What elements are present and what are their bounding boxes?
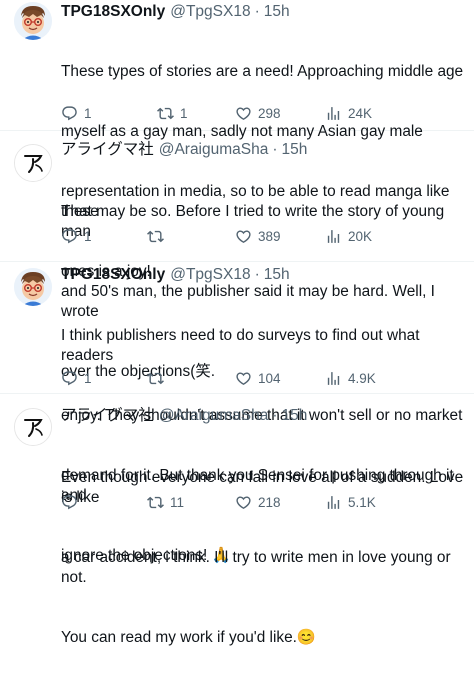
repost-icon (147, 228, 164, 245)
views-button[interactable]: 5.1K (325, 491, 376, 513)
user-handle[interactable]: @AraigumaSha (159, 405, 269, 427)
repost-button[interactable] (147, 367, 170, 389)
reply-button[interactable]: 1 (61, 102, 92, 124)
like-count: 298 (258, 105, 281, 121)
view-count: 20K (348, 228, 373, 244)
katakana-logo-icon (15, 409, 51, 445)
views-button[interactable]: 4.9K (325, 367, 376, 389)
display-name[interactable]: アライグマ社 (61, 405, 154, 427)
user-handle[interactable]: @TpgSX18 (170, 264, 250, 286)
tweet-text-line: You can read my work if you'd like.😊 (61, 629, 317, 646)
heart-icon (235, 228, 252, 245)
display-name[interactable]: TPG18SXOnly (61, 1, 165, 23)
reply-icon (61, 228, 78, 245)
tweet-header: アライグマ社 @AraigumaSha · 15h (61, 405, 307, 427)
action-bar: 1 389 20K (61, 225, 467, 247)
views-button[interactable]: 24K (325, 102, 372, 124)
tweet-2[interactable]: アライグマ社 @AraigumaSha · 15h That may be so… (0, 131, 474, 380)
reply-icon (61, 494, 78, 511)
tweet-header: アライグマ社 @AraigumaSha · 15h (61, 139, 307, 161)
repost-icon (147, 370, 164, 387)
reply-icon (61, 370, 78, 387)
repost-count: 11 (170, 494, 185, 510)
view-count: 5.1K (348, 494, 376, 510)
like-count: 104 (258, 370, 281, 386)
katakana-logo-icon (15, 145, 51, 181)
cartoon-face-icon (14, 2, 52, 40)
like-button[interactable]: 218 (235, 491, 281, 513)
views-chart-icon (325, 370, 342, 387)
avatar-araigumasha[interactable] (14, 408, 52, 446)
avatar-tpg18sxonly[interactable] (14, 268, 52, 306)
tweet-header: TPG18SXOnly @TpgSX18 · 15h (61, 1, 290, 23)
repost-icon (147, 494, 164, 511)
display-name[interactable]: TPG18SXOnly (61, 264, 165, 286)
tweet-text-line: I think publishers need to do surveys to… (61, 327, 424, 364)
tweet-1[interactable]: TPG18SXOnly @TpgSX18 · 15h These types o… (0, 0, 474, 280)
heart-icon (235, 370, 252, 387)
reply-count: 1 (84, 228, 92, 244)
tweet-4[interactable]: アライグマ社 @AraigumaSha · 15h Even though ev… (0, 394, 474, 646)
repost-count: 1 (180, 105, 188, 121)
reply-button[interactable] (61, 491, 84, 513)
tweet-3[interactable]: TPG18SXOnly @TpgSX18 · 15h I think publi… (0, 262, 474, 564)
view-count: 24K (348, 105, 373, 121)
separator-dot: · (272, 141, 278, 158)
tweet-text-line: These types of stories are a need! Appro… (61, 63, 464, 80)
timestamp[interactable]: 15h (264, 1, 290, 23)
tweet-text: Even though everyone can fall in love al… (61, 428, 467, 688)
separator-dot: · (254, 266, 260, 283)
action-bar: 11 218 5.1K (61, 491, 467, 513)
timestamp[interactable]: 15h (282, 139, 308, 161)
avatar-tpg18sxonly[interactable] (14, 2, 52, 40)
action-bar: 1 1 298 24K (61, 102, 467, 124)
reply-button[interactable]: 1 (61, 225, 92, 247)
tweet-header: TPG18SXOnly @TpgSX18 · 15h (61, 264, 290, 286)
timestamp[interactable]: 15h (282, 405, 308, 427)
repost-button[interactable]: 11 (147, 491, 184, 513)
like-button[interactable]: 389 (235, 225, 281, 247)
heart-icon (235, 105, 252, 122)
reply-count: 1 (84, 105, 92, 121)
like-count: 218 (258, 494, 281, 510)
heart-icon (235, 494, 252, 511)
reply-count: 1 (84, 370, 92, 386)
reply-icon (61, 105, 78, 122)
like-count: 389 (258, 228, 281, 244)
separator-dot: · (272, 407, 278, 424)
user-handle[interactable]: @AraigumaSha (159, 139, 269, 161)
repost-button[interactable] (147, 225, 170, 247)
views-button[interactable]: 20K (325, 225, 372, 247)
views-chart-icon (325, 228, 342, 245)
repost-icon (157, 105, 174, 122)
action-bar: 1 104 4.9K (61, 367, 467, 389)
views-chart-icon (325, 494, 342, 511)
view-count: 4.9K (348, 370, 376, 386)
cartoon-face-icon (14, 268, 52, 306)
like-button[interactable]: 298 (235, 102, 281, 124)
like-button[interactable]: 104 (235, 367, 281, 389)
views-chart-icon (325, 105, 342, 122)
separator-dot: · (254, 3, 260, 20)
avatar-araigumasha[interactable] (14, 144, 52, 182)
repost-button[interactable]: 1 (157, 102, 188, 124)
reply-button[interactable]: 1 (61, 367, 92, 389)
tweet-text-line: a car accident, i think. I'll try to wri… (61, 549, 455, 586)
user-handle[interactable]: @TpgSX18 (170, 1, 250, 23)
timestamp[interactable]: 15h (264, 264, 290, 286)
display-name[interactable]: アライグマ社 (61, 139, 154, 161)
